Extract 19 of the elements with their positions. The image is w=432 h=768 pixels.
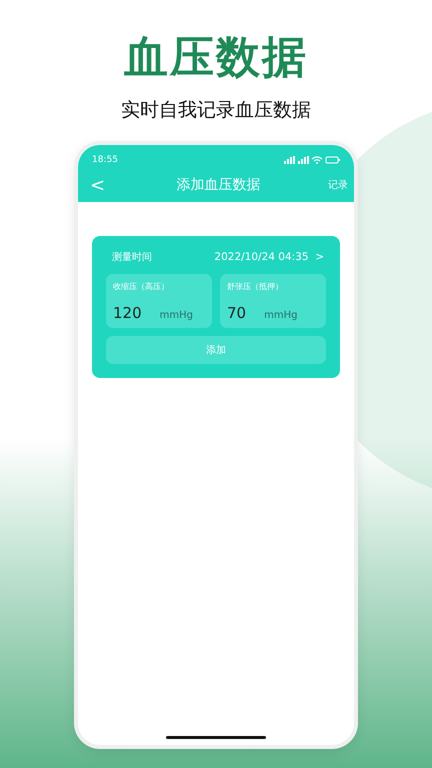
status-icons: [284, 156, 340, 164]
time-value: 2022/10/24 04:35 >: [214, 251, 324, 263]
pressure-field[interactable]: 收缩压（高压） 120 mmHg: [106, 274, 212, 328]
page-title: 添加血压数据: [176, 176, 261, 194]
status-time: 18:55: [92, 155, 118, 165]
back-button[interactable]: <: [86, 174, 110, 196]
headline: 血压数据: [124, 31, 308, 85]
field-value: 120: [113, 304, 142, 322]
pressure-field[interactable]: 舒张压（抵押） 70 mmHg: [220, 274, 326, 328]
time-label: 测量时间: [112, 250, 152, 264]
field-label: 舒张压（抵押）: [227, 281, 284, 292]
add-button[interactable]: 添加: [106, 336, 326, 364]
subtitle: 实时自我记录血压数据: [121, 98, 311, 123]
time-row[interactable]: 测量时间 2022/10/24 04:35 >: [106, 246, 326, 268]
field-unit: mmHg: [264, 310, 298, 321]
records-button[interactable]: 记录: [328, 178, 348, 192]
field-value: 70: [227, 304, 246, 322]
field-label: 收缩压（高压）: [113, 281, 170, 292]
field-unit: mmHg: [160, 310, 193, 321]
